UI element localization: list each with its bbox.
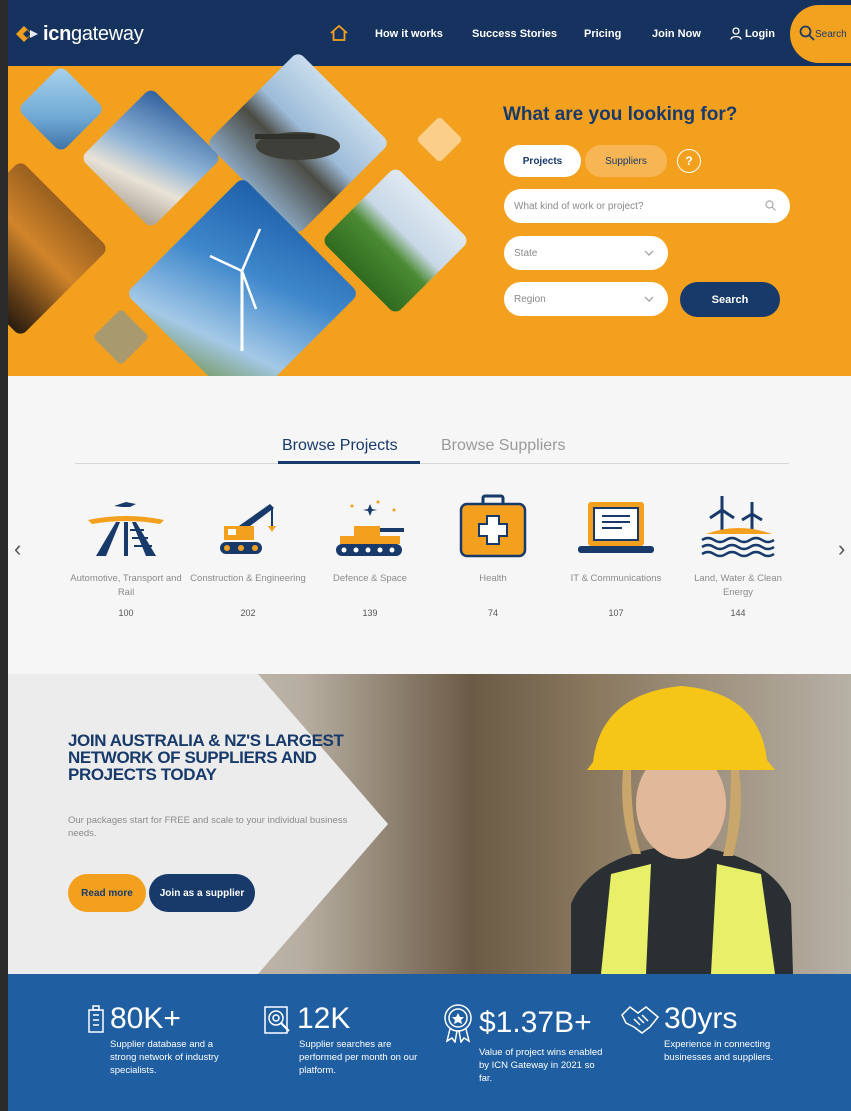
- category-automotive-transport-rail[interactable]: Automotive, Transport and Rail 100: [67, 492, 185, 618]
- read-more-button[interactable]: Read more: [68, 874, 146, 912]
- join-as-supplier-button[interactable]: Join as a supplier: [149, 874, 255, 912]
- stat-description: Value of project wins enabled by ICN Gat…: [479, 1047, 603, 1084]
- page: icn gateway How it works Success Stories …: [8, 0, 851, 1111]
- tab-browse-projects[interactable]: Browse Projects: [282, 437, 398, 455]
- work-search-placeholder: What kind of work or project?: [514, 200, 644, 212]
- category-label: Defence & Space: [333, 573, 407, 584]
- logo-text-light: gateway: [71, 22, 144, 45]
- toggle-suppliers[interactable]: Suppliers: [585, 145, 667, 177]
- login-label: Login: [745, 27, 775, 40]
- category-label: Land, Water & Clean Energy: [694, 573, 782, 598]
- logo-mark-icon: [16, 26, 38, 42]
- carousel-prev-arrow[interactable]: ‹: [14, 536, 21, 562]
- category-label: Health: [479, 573, 507, 584]
- stat-number: 80K+: [110, 1002, 181, 1035]
- tabs-divider: [75, 463, 789, 464]
- work-search-input[interactable]: What kind of work or project?: [504, 189, 790, 223]
- stat-number: 12K: [297, 1002, 351, 1035]
- hero-decor-square: [416, 116, 463, 163]
- toggle-projects[interactable]: Projects: [504, 145, 581, 177]
- wind-turbine-shape: [209, 228, 262, 351]
- handshake-icon: [621, 1006, 660, 1034]
- stat-searches: 12K Supplier searches are performed per …: [261, 1003, 429, 1077]
- hero-title: What are you looking for?: [503, 104, 738, 125]
- state-select[interactable]: State: [504, 236, 668, 270]
- stat-description: Experience in connecting businesses and …: [664, 1039, 774, 1063]
- category-label: Construction & Engineering: [190, 573, 306, 584]
- top-navigation: icn gateway How it works Success Stories …: [8, 0, 851, 66]
- building-icon: [88, 1005, 104, 1033]
- category-count: 100: [118, 608, 134, 618]
- medical-kit-icon: [434, 492, 552, 558]
- stat-number: $1.37B+: [479, 1006, 592, 1039]
- nav-success-stories[interactable]: Success Stories: [472, 28, 557, 40]
- category-defence-space[interactable]: Defence & Space 139: [311, 492, 429, 618]
- rail-icon: [67, 492, 185, 558]
- nav-search-label: Search: [815, 29, 847, 40]
- tank-icon: [311, 492, 429, 558]
- worker-photo: [571, 686, 793, 974]
- state-select-placeholder: State: [514, 247, 538, 259]
- icn-gateway-logo[interactable]: icn gateway: [16, 22, 144, 46]
- category-label: Automotive, Transport and Rail: [70, 573, 182, 598]
- category-count: 107: [608, 608, 624, 618]
- search-icon: [765, 200, 776, 211]
- help-icon[interactable]: ?: [677, 149, 701, 173]
- nav-join-now[interactable]: Join Now: [652, 28, 701, 40]
- stat-suppliers: 80K+ Supplier database and a strong netw…: [86, 1003, 235, 1077]
- hero-image-hospital: [17, 65, 105, 153]
- nav-search-button[interactable]: Search: [790, 5, 851, 63]
- category-construction-engineering[interactable]: Construction & Engineering 202: [189, 492, 307, 618]
- category-health[interactable]: Health 74: [434, 492, 552, 618]
- laptop-icon: [557, 492, 675, 558]
- join-title: JOIN AUSTRALIA & NZ'S LARGEST NETWORK OF…: [68, 731, 344, 784]
- chevron-down-icon: [644, 296, 654, 302]
- category-it-communications[interactable]: IT & Communications 107: [557, 492, 675, 618]
- award-icon: [444, 1004, 472, 1043]
- stat-description: Supplier database and a strong network o…: [110, 1039, 219, 1076]
- stat-description: Supplier searches are performed per mont…: [299, 1039, 418, 1076]
- category-count: 74: [487, 608, 498, 618]
- category-count: 139: [362, 608, 378, 618]
- search-icon: [799, 25, 815, 41]
- region-select[interactable]: Region: [504, 282, 668, 316]
- logo-text-bold: icn: [43, 22, 71, 45]
- crane-icon: [189, 492, 307, 558]
- hero-search-button[interactable]: Search: [680, 282, 780, 317]
- category-count: 202: [240, 608, 256, 618]
- nav-how-it-works[interactable]: How it works: [375, 28, 443, 40]
- active-tab-indicator: [278, 461, 420, 464]
- home-icon[interactable]: [330, 25, 348, 41]
- category-land-water-clean-energy[interactable]: Land, Water & Clean Energy 144: [679, 492, 797, 618]
- tab-browse-suppliers[interactable]: Browse Suppliers: [441, 437, 566, 455]
- hero-image-train: [8, 160, 109, 337]
- hero-decor-square-olive: [92, 308, 150, 366]
- region-select-placeholder: Region: [514, 293, 546, 305]
- join-description: Our packages start for FREE and scale to…: [68, 815, 348, 839]
- stat-number: 30yrs: [664, 1002, 738, 1035]
- stat-experience: 30yrs Experience in connecting businesse…: [620, 1003, 799, 1064]
- category-count: 144: [730, 608, 746, 618]
- chevron-down-icon: [644, 250, 654, 256]
- wind-turbine-icon: [679, 492, 797, 558]
- login-link[interactable]: Login: [730, 27, 775, 40]
- category-label: IT & Communications: [570, 573, 662, 584]
- carousel-next-arrow[interactable]: ›: [838, 536, 845, 562]
- nav-pricing[interactable]: Pricing: [584, 28, 621, 40]
- user-icon: [730, 27, 742, 40]
- search-document-icon: [264, 1006, 290, 1034]
- stat-project-value: $1.37B+ Value of project wins enabled by…: [441, 1003, 609, 1085]
